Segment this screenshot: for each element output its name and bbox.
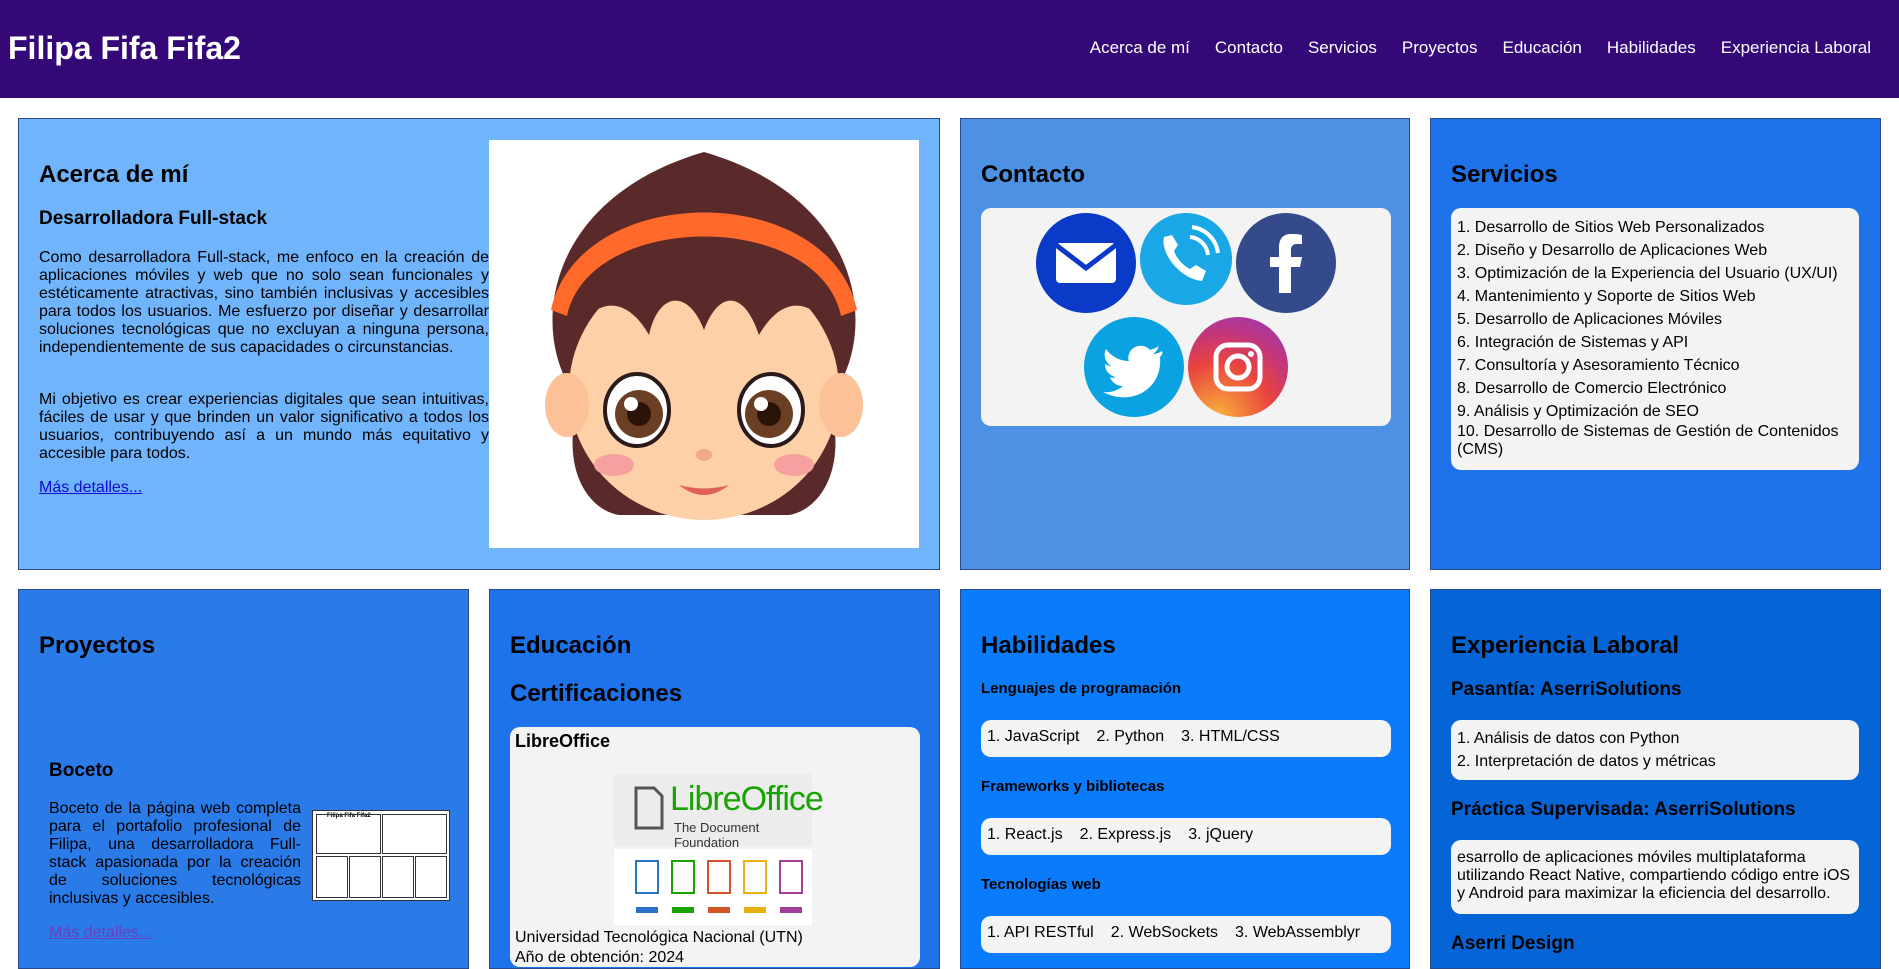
services-title: Servicios xyxy=(1451,161,1558,188)
list-item: 2. WebSockets xyxy=(1110,924,1219,941)
about-paragraph-2: Mi objetivo es crear experiencias digita… xyxy=(39,391,489,462)
skills-group-label: Tecnologías web xyxy=(981,876,1101,893)
site-title: Filipa Fifa Fifa2 xyxy=(8,30,241,66)
nav-contacto[interactable]: Contacto xyxy=(1215,36,1283,60)
facebook-icon[interactable] xyxy=(1236,213,1336,313)
experience-card: Experiencia Laboral Pasantía: AserriSolu… xyxy=(1430,589,1881,969)
list-item: 8. Desarrollo de Comercio Electrónico xyxy=(1457,380,1727,397)
project-item-desc: Boceto de la página web completa para el… xyxy=(49,800,301,907)
nav-acerca[interactable]: Acerca de mí xyxy=(1090,36,1190,60)
nav-servicios[interactable]: Servicios xyxy=(1308,36,1377,60)
contact-card: Contacto xyxy=(960,118,1410,570)
job-description-box: esarrollo de aplicaciones móviles multip… xyxy=(1451,840,1859,914)
list-item: 1. API RESTful xyxy=(987,924,1094,941)
list-item: 1. JavaScript xyxy=(987,728,1080,745)
logo-sub-text: The Document Foundation xyxy=(674,820,760,850)
list-item: 2. Interpretación de datos y métricas xyxy=(1457,753,1716,770)
list-item: 3. Optimización de la Experiencia del Us… xyxy=(1457,265,1838,282)
about-card: Acerca de mí Desarrolladora Full-stack C… xyxy=(18,118,940,570)
job-title: Aserri Design xyxy=(1451,933,1575,954)
skills-group-label: Lenguajes de programación xyxy=(981,680,1182,697)
nav-proyectos[interactable]: Proyectos xyxy=(1402,36,1478,60)
skills-card: Habilidades Lenguajes de programación 1.… xyxy=(960,589,1410,969)
nav-habilidades[interactable]: Habilidades xyxy=(1607,36,1696,60)
skills-group-label: Frameworks y bibliotecas xyxy=(981,778,1165,795)
job-description: esarrollo de aplicaciones móviles multip… xyxy=(1457,849,1851,902)
list-item: 1. Análisis de datos con Python xyxy=(1457,730,1680,747)
list-item: 3. HTML/CSS xyxy=(1181,728,1280,745)
list-item: 1. Desarrollo de Sitios Web Personalizad… xyxy=(1457,219,1765,236)
job-title: Práctica Supervisada: AserriSolutions xyxy=(1451,799,1796,820)
about-title: Acerca de mí xyxy=(39,161,189,188)
skills-group-list: 1. API RESTful 2. WebSockets 3. WebAssem… xyxy=(981,916,1391,953)
instagram-icon[interactable] xyxy=(1188,317,1288,417)
main-nav: Acerca de mí Contacto Servicios Proyecto… xyxy=(1065,36,1871,60)
list-item: 7. Consultoría y Asesoramiento Técnico xyxy=(1457,357,1740,374)
contact-icons-box xyxy=(981,208,1391,426)
certifications-title: Certificaciones xyxy=(510,680,683,707)
about-subtitle: Desarrolladora Full-stack xyxy=(39,208,268,229)
education-title: Educación xyxy=(510,632,632,659)
list-item: 2. Diseño y Desarrollo de Aplicaciones W… xyxy=(1457,242,1768,259)
list-item: 3. jQuery xyxy=(1188,826,1254,843)
cert-institution: Universidad Tecnológica Nacional (UTN) xyxy=(515,929,803,946)
services-list-box: 1. Desarrollo de Sitios Web Personalizad… xyxy=(1451,208,1859,470)
skills-group-list: 1. JavaScript 2. Python 3. HTML/CSS xyxy=(981,720,1391,757)
list-item: 5. Desarrollo de Aplicaciones Móviles xyxy=(1457,311,1723,328)
job-title: Pasantía: AserriSolutions xyxy=(1451,679,1682,700)
skills-title: Habilidades xyxy=(981,632,1116,659)
projects-card: Proyectos Boceto Boceto de la página web… xyxy=(18,589,469,969)
projects-title: Proyectos xyxy=(39,632,156,659)
twitter-icon[interactable] xyxy=(1084,317,1184,417)
nav-experiencia[interactable]: Experiencia Laboral xyxy=(1721,36,1871,60)
education-card: Educación Certificaciones LibreOffice Li… xyxy=(489,589,940,969)
list-item: 4. Mantenimiento y Soporte de Sitios Web xyxy=(1457,288,1756,305)
project-thumbnail[interactable]: Filipa Fifa Fifa2 xyxy=(312,810,450,901)
certification-box: LibreOffice LibreOffice The Document Fou… xyxy=(510,727,920,967)
cert-year: Año de obtención: 2024 xyxy=(515,949,685,966)
phone-icon[interactable] xyxy=(1140,213,1232,305)
list-item: 2. Python xyxy=(1096,728,1165,745)
email-icon[interactable] xyxy=(1036,213,1136,313)
project-item-title: Boceto xyxy=(49,760,114,781)
skills-group-list: 1. React.js 2. Express.js 3. jQuery xyxy=(981,818,1391,855)
job-duties-box: 1. Análisis de datos con Python 2. Inter… xyxy=(1451,720,1859,780)
nav-educacion[interactable]: Educación xyxy=(1503,36,1582,60)
cert-title: LibreOffice xyxy=(515,731,611,751)
libreoffice-logo: LibreOffice The Document Foundation xyxy=(614,774,824,850)
services-list: 1. Desarrollo de Sitios Web Personalizad… xyxy=(1457,216,1853,459)
services-card: Servicios 1. Desarrollo de Sitios Web Pe… xyxy=(1430,118,1881,570)
contact-title: Contacto xyxy=(981,161,1085,188)
list-item: 2. Express.js xyxy=(1079,826,1172,843)
job-duties-list: 1. Análisis de datos con Python 2. Inter… xyxy=(1457,727,1853,773)
about-paragraph-1: Como desarrolladora Full-stack, me enfoc… xyxy=(39,249,489,356)
list-item: 1. React.js xyxy=(987,826,1063,843)
libreoffice-apps-icons xyxy=(614,849,812,925)
list-item: 3. WebAssemblyr xyxy=(1235,924,1361,941)
list-item: 10. Desarrollo de Sistemas de Gestión de… xyxy=(1457,423,1839,458)
list-item: 9. Análisis y Optimización de SEO xyxy=(1457,403,1699,420)
about-more-link[interactable]: Más detalles... xyxy=(39,479,142,497)
project-more-link[interactable]: Más detalles... xyxy=(49,924,152,942)
experience-title: Experiencia Laboral xyxy=(1451,632,1680,659)
site-header: Filipa Fifa Fifa2 Acerca de mí Contacto … xyxy=(0,0,1899,98)
avatar xyxy=(489,140,919,548)
logo-main-text: LibreOffice xyxy=(670,780,824,818)
list-item: 6. Integración de Sistemas y API xyxy=(1457,334,1689,351)
